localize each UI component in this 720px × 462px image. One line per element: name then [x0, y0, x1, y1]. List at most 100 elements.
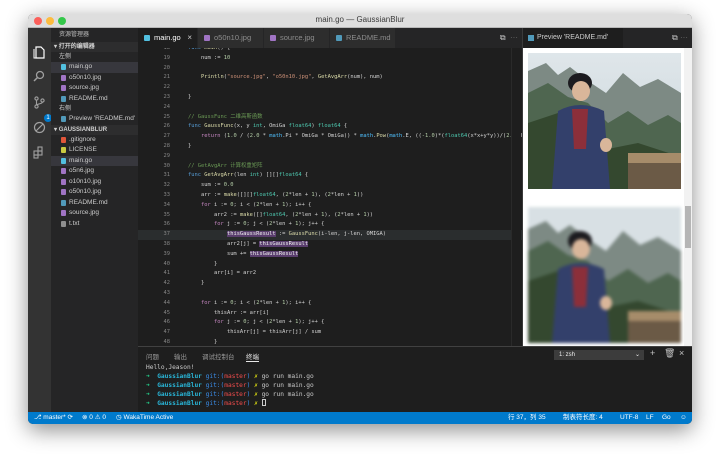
terminal-line: ➜ GaussianBlur git:(master) ✗ go run mai… [146, 391, 314, 398]
line-number: 46 [163, 319, 171, 326]
problems-indicator[interactable]: ⊗ 0 ⚠ 0 [82, 412, 106, 424]
file-item[interactable]: .gitignore [51, 135, 138, 146]
more-actions-icon[interactable]: ⋯ [510, 33, 518, 42]
code-text: arr := make([][]float64, (2*len + 1), (2… [200, 192, 364, 198]
tab-preview-readme[interactable]: Preview 'README.md' [523, 28, 623, 48]
file-item-label: source.jpg [69, 209, 99, 216]
open-editors-header[interactable]: ▾ 打开的编辑器 [51, 42, 138, 52]
code-line[interactable]: 40 } [138, 260, 522, 270]
code-line[interactable]: 21 Println("source.jpg", "o50n10.jpg", G… [138, 73, 522, 83]
code-line[interactable]: 31 func GetAvgArr(len int) [][]float64 { [138, 171, 522, 181]
code-line[interactable]: 41 arr[i] = arr2 [138, 269, 522, 279]
branch-indicator[interactable]: ⎇ master* ⟳ [34, 412, 73, 424]
code-line[interactable]: 44 for i := 0; i < (2*len + 1); i++ { [138, 299, 522, 309]
split-editor-icon[interactable]: ⧉ [672, 33, 678, 42]
debug-icon[interactable] [33, 121, 46, 134]
code-line[interactable]: 19 num := 10 [138, 54, 522, 64]
tab-problems[interactable]: 问题 [146, 351, 159, 361]
terminal-output[interactable]: Hello,Jeason! ➜ GaussianBlur git:(master… [146, 363, 686, 408]
file-item[interactable]: t.txt [51, 219, 138, 230]
more-actions-icon[interactable]: ⋯ [680, 33, 688, 42]
encoding[interactable]: UTF-8 [620, 412, 638, 424]
code-line[interactable]: 48 } [138, 338, 522, 346]
new-terminal-icon[interactable]: + [650, 348, 655, 358]
eol[interactable]: LF [646, 412, 654, 424]
extensions-icon[interactable] [33, 146, 46, 159]
file-item[interactable]: o10n10.jpg [51, 177, 138, 188]
line-number: 43 [163, 290, 171, 296]
line-number: 32 [163, 182, 171, 189]
file-item[interactable]: source.jpg [51, 83, 138, 94]
tab-source-jpg[interactable]: source.jpg [264, 28, 330, 48]
folder-header[interactable]: ▾ GAUSSIANBLUR [51, 124, 138, 135]
preview-scrollbar[interactable] [684, 48, 692, 346]
code-line[interactable]: 43 [138, 289, 522, 299]
code-line[interactable]: 33 arr := make([][]float64, (2*len + 1),… [138, 191, 522, 201]
search-icon[interactable] [33, 70, 46, 83]
code-line[interactable]: 23} [138, 93, 522, 103]
line-number: 27 [163, 133, 171, 140]
file-item[interactable]: source.jpg [51, 208, 138, 219]
code-editor[interactable]: 18 func main() {19 num := 10 20 21 Println(… [138, 48, 522, 346]
code-line[interactable]: 22 [138, 83, 522, 93]
file-item[interactable]: main.go [51, 62, 138, 73]
line-number: 40 [163, 260, 171, 267]
file-item[interactable]: o50n10.jpg [51, 73, 138, 84]
source-control-icon[interactable]: 1 [33, 96, 52, 122]
tab-main-go[interactable]: main.go × [138, 28, 198, 48]
code-line[interactable]: 25 // GaussFunc 二维高斯函数 [138, 113, 522, 123]
terminal-select[interactable]: 1: zsh ⌄ [554, 350, 644, 360]
tab-o50n10-jpg[interactable]: o50n10.jpg [198, 28, 264, 48]
file-item[interactable]: README.md [51, 198, 138, 209]
tab-readme-md[interactable]: README.md [330, 28, 396, 48]
language-mode[interactable]: Go [662, 412, 671, 424]
code-line[interactable]: 32 sum := 0.0 [138, 181, 522, 191]
code-text: thisArr[j] = thisArr[j] / sum [188, 329, 322, 336]
file-item[interactable]: o5n6.jpg [51, 166, 138, 177]
code-text: } [188, 94, 192, 100]
file-item[interactable]: LICENSE [51, 145, 138, 156]
code-line[interactable]: 42 } [138, 279, 522, 289]
wakatime-indicator[interactable]: ◷ WakaTime Active [116, 412, 173, 424]
vscode-window: main.go — GaussianBlur 1 资源管理器 ▾ 打开的编辑器 … [28, 14, 692, 424]
code-line[interactable]: 36 for j := 0; j < (2*len + 1); j++ { [138, 220, 522, 230]
code-line[interactable]: 28} [138, 142, 522, 152]
close-tab-icon[interactable]: × [187, 28, 192, 48]
files-icon[interactable] [33, 46, 46, 59]
img-file-icon [270, 35, 276, 41]
code-line[interactable]: 38 arr2[j] = thisGaussResult [138, 240, 522, 250]
tab-terminal[interactable]: 终端 [246, 351, 259, 362]
code-line[interactable]: 35 arr2 := make([]float64, (2*len + 1), … [138, 211, 522, 221]
line-number: 47 [163, 329, 171, 336]
code-line[interactable]: 20 [138, 64, 522, 74]
tab-size[interactable]: 制表符长度: 4 [563, 412, 603, 424]
code-line[interactable]: 27 return (1.0 / (2.0 * math.Pi * OmiGa … [138, 132, 523, 142]
split-editor-icon[interactable]: ⧉ [500, 33, 506, 42]
file-item[interactable]: README.md [51, 94, 138, 105]
line-number: 36 [163, 221, 171, 228]
editor-scrollbar[interactable] [511, 48, 521, 346]
tab-output[interactable]: 输出 [174, 351, 187, 361]
code-line[interactable]: 29 [138, 152, 522, 162]
code-line[interactable]: 37 thisGaussResult := GaussFunc(i-len, j… [138, 230, 522, 240]
code-line[interactable]: 47 thisArr[j] = thisArr[j] / sum [138, 328, 522, 338]
close-panel-icon[interactable]: × [679, 348, 684, 358]
tab-debug-console[interactable]: 调试控制台 [202, 351, 235, 361]
smiley-feedback-icon[interactable]: ☺ [680, 412, 687, 424]
code-line[interactable]: 46 for j := 0; j < (2*len + 1); j++ { [138, 318, 522, 328]
file-item[interactable]: main.go [51, 155, 138, 166]
preview-scrollbar-thumb[interactable] [685, 206, 691, 248]
terminal-line: ➜ GaussianBlur git:(master) ✗ go run mai… [146, 382, 314, 389]
img-file-icon [61, 210, 66, 216]
file-item[interactable]: Preview 'README.md' [51, 114, 138, 125]
kill-terminal-icon[interactable]: 🗑 [664, 348, 675, 359]
code-line[interactable]: 24 [138, 103, 522, 113]
file-item[interactable]: o50n10.jpg [51, 187, 138, 198]
code-line[interactable]: 26 func GaussFunc(x, y int, OmiGa float64… [138, 122, 522, 132]
code-line[interactable]: 34 for i := 0; i < (2*len + 1); i++ { [138, 201, 522, 211]
cursor-position[interactable]: 行 37，列 35 [508, 412, 546, 424]
code-line[interactable]: 30 // GetAvgArr 计算权重矩阵 [138, 162, 522, 172]
code-line[interactable]: 39 sum += thisGaussResult [138, 250, 522, 260]
code-line[interactable]: 45 thisArr := arr[i] [138, 309, 522, 319]
file-item-label: o5n6.jpg [69, 167, 94, 174]
